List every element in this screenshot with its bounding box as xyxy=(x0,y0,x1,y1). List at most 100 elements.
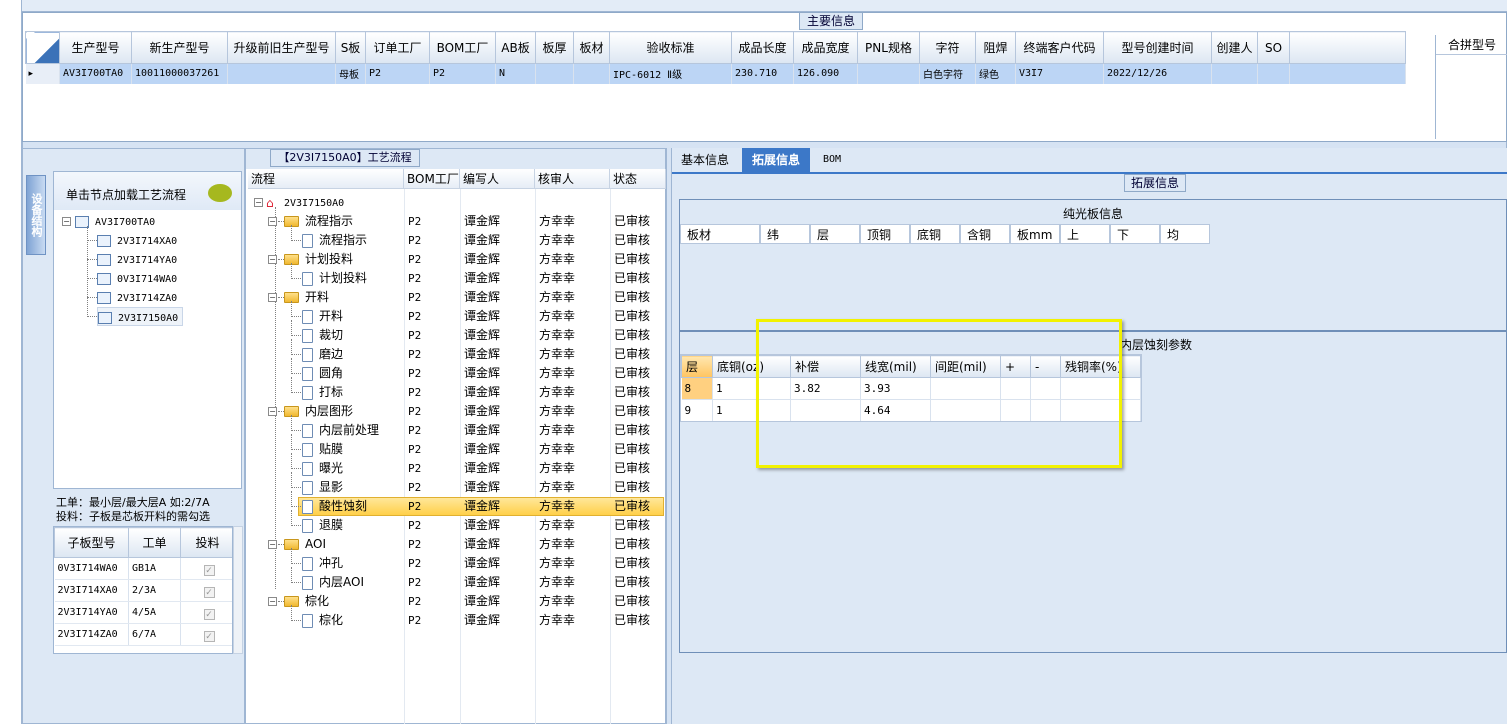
main-col-header[interactable]: 新生产型号 xyxy=(131,31,228,64)
process-tree-item[interactable]: 圆角 xyxy=(302,364,343,383)
sub-cell[interactable]: GB1A xyxy=(128,557,181,580)
main-cell[interactable]: P2 xyxy=(365,63,430,84)
bare-col-header[interactable]: 含铜 xyxy=(960,224,1010,244)
process-tree-item[interactable]: 流程指示 xyxy=(302,231,367,250)
bare-col-header[interactable]: 板材 xyxy=(680,224,760,244)
bare-col-header[interactable]: 纬 xyxy=(760,224,810,244)
main-col-header[interactable]: 板材 xyxy=(573,31,610,64)
load-hint-bar[interactable]: 单击节点加载工艺流程 xyxy=(54,172,241,210)
feed-checkbox[interactable]: ✓ xyxy=(203,586,215,598)
process-col-header[interactable]: BOM工厂 xyxy=(404,169,460,189)
feed-checkbox-cell[interactable]: ✓ xyxy=(180,601,232,624)
bare-col-header[interactable]: 层 xyxy=(810,224,860,244)
feed-checkbox-cell[interactable]: ✓ xyxy=(180,623,232,646)
process-tree-item[interactable]: 计划投料 xyxy=(284,250,353,269)
sub-table-scrollbar[interactable] xyxy=(233,526,243,654)
sub-cell[interactable]: 2V3I714YA0 xyxy=(54,601,129,624)
process-tree-item[interactable]: 磨边 xyxy=(302,345,343,364)
process-tree-item[interactable]: 开料 xyxy=(302,307,343,326)
collapse-icon[interactable]: − xyxy=(268,293,277,302)
main-cell[interactable] xyxy=(857,63,920,84)
etch-cell[interactable]: 8 xyxy=(681,377,713,400)
process-tree-item[interactable]: 显影 xyxy=(302,478,343,497)
collapse-icon[interactable]: − xyxy=(268,540,277,549)
sub-cell[interactable]: 2/3A xyxy=(128,579,181,602)
main-cell[interactable]: 230.710 xyxy=(731,63,794,84)
process-tree-item[interactable]: 贴膜 xyxy=(302,440,343,459)
main-col-header[interactable]: 终端客户代码 xyxy=(1015,31,1104,64)
main-col-header[interactable]: 升级前旧生产型号 xyxy=(227,31,336,64)
device-tree-root[interactable]: − AV3I700TA0 xyxy=(62,212,155,231)
main-cell[interactable]: 126.090 xyxy=(793,63,858,84)
process-tree-item[interactable]: 曝光 xyxy=(302,459,343,478)
process-tree-root[interactable]: − ⌂ 2V3I7150A0 xyxy=(254,193,344,212)
tab-2[interactable]: BOM xyxy=(812,148,852,172)
process-col-header[interactable]: 核审人 xyxy=(535,169,610,189)
main-cell[interactable]: V3I7 xyxy=(1015,63,1104,84)
device-structure-tab[interactable]: 设备结构 xyxy=(26,175,46,255)
process-tree-item[interactable]: 棕化 xyxy=(302,611,343,630)
feed-checkbox[interactable]: ✓ xyxy=(203,608,215,620)
device-tree-item[interactable]: 2V3I7150A0 xyxy=(97,307,184,326)
main-cell[interactable] xyxy=(573,63,610,84)
main-cell[interactable] xyxy=(227,63,336,84)
main-col-header[interactable]: 验收标准 xyxy=(609,31,732,64)
table-row[interactable]: 2V3I714ZA0 6/7A ✓ xyxy=(54,623,232,646)
process-tree-item[interactable]: 酸性蚀刻 xyxy=(302,497,367,516)
main-cell[interactable]: AV3I700TA0 xyxy=(59,63,132,84)
main-col-header[interactable]: 成品长度 xyxy=(731,31,794,64)
etch-col-header[interactable]: 层 xyxy=(681,355,713,378)
table-row[interactable]: 2V3I714YA0 4/5A ✓ xyxy=(54,601,232,624)
process-col-header[interactable]: 状态 xyxy=(610,169,666,189)
process-col-header[interactable]: 流程 xyxy=(248,169,404,189)
sub-col-header[interactable]: 子板型号 xyxy=(54,527,129,558)
sub-cell[interactable]: 0V3I714WA0 xyxy=(54,557,129,580)
main-cell[interactable] xyxy=(1257,63,1290,84)
sub-cell[interactable]: 6/7A xyxy=(128,623,181,646)
main-cell[interactable]: IPC-6012 Ⅱ级 xyxy=(609,63,732,84)
sub-col-header[interactable]: 工单 xyxy=(128,527,181,558)
process-tree-item[interactable]: 计划投料 xyxy=(302,269,367,288)
collapse-icon[interactable]: − xyxy=(268,597,277,606)
main-col-header[interactable]: PNL规格 xyxy=(857,31,920,64)
main-cell[interactable]: 母板 xyxy=(335,63,366,84)
main-cell[interactable]: N xyxy=(495,63,536,84)
main-cell[interactable]: P2 xyxy=(429,63,496,84)
tab-0[interactable]: 基本信息 xyxy=(672,148,738,172)
main-cell[interactable]: 白色字符 xyxy=(919,63,976,84)
main-col-header[interactable]: S板 xyxy=(335,31,366,64)
collapse-icon[interactable]: − xyxy=(268,255,277,264)
sub-cell[interactable]: 2V3I714ZA0 xyxy=(54,623,129,646)
bare-col-header[interactable]: 上 xyxy=(1060,224,1110,244)
bare-col-header[interactable]: 底铜 xyxy=(910,224,960,244)
table-row[interactable]: 0V3I714WA0 GB1A ✓ xyxy=(54,557,232,580)
etch-cell[interactable]: 9 xyxy=(681,399,713,421)
collapse-icon[interactable]: − xyxy=(254,198,263,207)
process-tree-item[interactable]: 流程指示 xyxy=(284,212,353,231)
collapse-icon[interactable]: − xyxy=(62,217,71,226)
main-col-header[interactable]: BOM工厂 xyxy=(429,31,496,64)
main-col-header[interactable]: 字符 xyxy=(919,31,976,64)
process-col-header[interactable]: 编写人 xyxy=(460,169,535,189)
process-tree-item[interactable]: 打标 xyxy=(302,383,343,402)
main-col-header[interactable]: 订单工厂 xyxy=(365,31,430,64)
main-col-header[interactable]: 成品宽度 xyxy=(793,31,858,64)
collapse-icon[interactable]: − xyxy=(268,217,277,226)
main-cell[interactable]: 2022/12/26 xyxy=(1103,63,1212,84)
main-col-header[interactable]: 创建人 xyxy=(1211,31,1258,64)
main-col-header[interactable]: 阻焊 xyxy=(975,31,1016,64)
feed-checkbox-cell[interactable]: ✓ xyxy=(180,579,232,602)
process-tree-item[interactable]: 冲孔 xyxy=(302,554,343,573)
device-tree-item[interactable]: 2V3I714YA0 xyxy=(97,250,177,269)
process-tree-item[interactable]: 裁切 xyxy=(302,326,343,345)
main-cell[interactable] xyxy=(1211,63,1258,84)
bare-col-header[interactable]: 顶铜 xyxy=(860,224,910,244)
device-tree-item[interactable]: 0V3I714WA0 xyxy=(97,269,177,288)
main-cell[interactable] xyxy=(535,63,574,84)
tab-1[interactable]: 拓展信息 xyxy=(742,148,810,172)
main-col-header[interactable]: 生产型号 xyxy=(59,31,132,64)
main-col-header[interactable]: 型号创建时间 xyxy=(1103,31,1212,64)
main-cell[interactable]: 绿色 xyxy=(975,63,1016,84)
bare-col-header[interactable]: 均 xyxy=(1160,224,1210,244)
sub-cell[interactable]: 4/5A xyxy=(128,601,181,624)
